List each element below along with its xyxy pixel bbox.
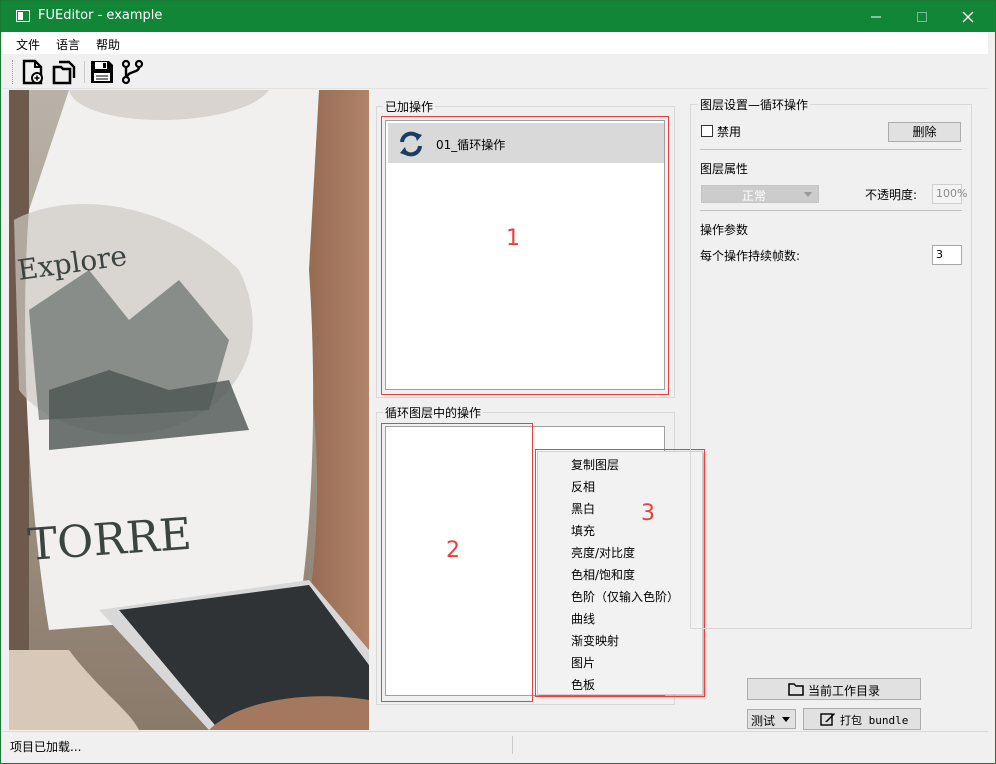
blend-mode-select[interactable]: 正常	[701, 185, 819, 203]
folder-icon	[788, 683, 804, 696]
delete-button[interactable]: 删除	[888, 122, 961, 142]
frames-label: 每个操作持续帧数:	[700, 249, 801, 263]
divider	[700, 210, 962, 211]
toolbar-grip[interactable]	[12, 60, 15, 84]
branch-icon	[121, 59, 144, 85]
annotation-box-3	[535, 449, 705, 697]
workdir-label: 当前工作目录	[808, 684, 881, 698]
app-icon	[16, 10, 30, 22]
new-project-button[interactable]	[20, 59, 46, 85]
annotation-label-3: 3	[641, 501, 655, 526]
status-separator	[512, 736, 513, 754]
camera-preview: Explore TORRE	[9, 90, 369, 730]
chevron-down-icon	[804, 192, 812, 197]
open-folder-icon	[52, 60, 76, 85]
opacity-label: 不透明度:	[865, 188, 918, 202]
status-text: 项目已加载...	[10, 740, 82, 754]
layer-settings-group	[690, 104, 972, 629]
maximize-button[interactable]	[899, 1, 945, 32]
branch-button[interactable]	[120, 59, 146, 85]
blend-mode-value: 正常	[742, 189, 767, 203]
divider	[700, 149, 962, 150]
preview-image: Explore TORRE	[9, 90, 369, 730]
menu-language[interactable]: 语言	[56, 36, 80, 53]
title-bar: FUEditor - example	[1, 1, 995, 32]
edit-icon	[820, 713, 835, 726]
app-window: FUEditor - example 文件 语言 帮助 Explore TORR…	[0, 0, 996, 764]
save-button[interactable]	[89, 59, 115, 85]
frames-input[interactable]: 3	[932, 245, 962, 265]
opacity-field[interactable]: 100%	[932, 184, 967, 204]
minimize-icon	[871, 16, 881, 17]
minimize-button[interactable]	[853, 1, 899, 32]
annotation-label-2: 2	[446, 538, 460, 563]
menu-bar: 文件 语言 帮助	[2, 32, 988, 54]
toolbar-separator	[84, 61, 85, 83]
close-icon	[962, 11, 974, 22]
toolbar	[2, 55, 988, 89]
workdir-button[interactable]: 当前工作目录	[747, 678, 921, 700]
save-icon	[91, 61, 113, 83]
mode-select-value: 测试	[751, 714, 776, 728]
loop-ops-title: 循环图层中的操作	[383, 404, 484, 421]
layer-props-title: 图层属性	[700, 162, 749, 176]
chevron-down-icon	[782, 717, 790, 722]
status-bar: 项目已加载...	[2, 731, 988, 757]
mode-select[interactable]: 测试	[747, 709, 796, 729]
open-folder-button[interactable]	[52, 59, 78, 85]
close-button[interactable]	[945, 1, 991, 32]
annotation-label-1: 1	[506, 226, 520, 251]
op-params-title: 操作参数	[700, 223, 749, 237]
pack-bundle-button[interactable]: 打包 bundle	[803, 708, 921, 730]
annotation-box-1	[381, 116, 669, 395]
menu-file[interactable]: 文件	[16, 36, 40, 53]
menu-help[interactable]: 帮助	[96, 36, 120, 53]
disable-label: 禁用	[717, 125, 742, 139]
window-title: FUEditor - example	[38, 8, 163, 23]
added-ops-title: 已加操作	[383, 98, 436, 115]
pack-bundle-label: 打包 bundle	[840, 714, 909, 727]
disable-checkbox[interactable]	[701, 125, 713, 137]
new-project-icon	[22, 59, 43, 85]
maximize-icon	[917, 11, 927, 22]
layer-settings-title: 图层设置—循环操作	[698, 96, 811, 113]
